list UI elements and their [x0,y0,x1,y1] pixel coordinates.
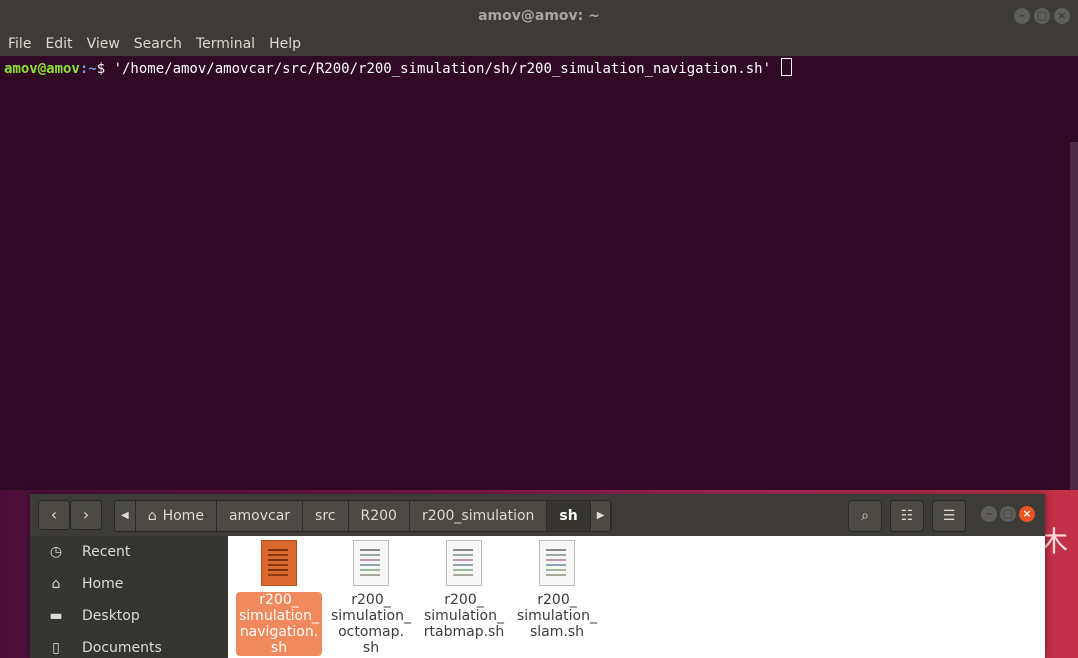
clock-icon: ◷ [49,544,63,560]
terminal-window[interactable]: amov@amov: ~ – □ × File Edit View Search… [0,0,1078,490]
close-icon[interactable]: × [1019,506,1035,522]
file-name: r200_ simulation_ octomap. sh [331,592,411,656]
minimize-icon[interactable]: – [1014,8,1030,24]
breadcrumb-scroll-right[interactable]: ▶ [590,501,612,531]
search-icon: ⌕ [861,508,869,524]
forward-button[interactable]: › [70,500,102,530]
file-item[interactable]: r200_ simulation_ navigation. sh [236,540,322,656]
breadcrumb-home-label: Home [162,508,204,524]
menu-button[interactable]: ☰ [932,500,966,532]
terminal-titlebar[interactable]: amov@amov: ~ – □ × [0,0,1078,32]
minimize-icon[interactable]: – [981,506,997,522]
breadcrumb-home[interactable]: ⌂ Home [135,501,217,531]
shell-script-icon [353,540,389,586]
maximize-icon[interactable]: □ [1000,506,1016,522]
prompt-symbol: $ [96,61,114,77]
terminal-cursor [781,58,793,76]
file-item[interactable]: r200_ simulation_ slam.sh [514,540,600,640]
list-view-icon: ☷ [900,508,914,524]
file-manager-window-controls: – □ × [981,506,1035,522]
file-manager-window[interactable]: ‹ › ◀ ⌂ Home amovcar src R200 r200_simula… [30,494,1045,658]
breadcrumb-r200[interactable]: R200 [348,501,410,531]
prompt-path: :~ [79,61,97,77]
file-name: r200_ simulation_ slam.sh [517,592,597,640]
menu-search[interactable]: Search [134,36,182,52]
shell-script-icon [446,540,482,586]
file-item[interactable]: r200_ simulation_ octomap. sh [328,540,414,656]
file-name: r200_ simulation_ rtabmap.sh [423,592,505,640]
breadcrumb-scroll-left[interactable]: ◀ [115,501,136,531]
file-grid[interactable]: r200_ simulation_ navigation. sh r200_ s… [228,536,1045,658]
shell-script-icon [261,540,297,586]
chevron-left-icon: ‹ [50,505,58,524]
terminal-output[interactable]: amov@amov:~$ '/home/amov/amovcar/src/R20… [0,56,1068,490]
sidebar-item-home[interactable]: ⌂ Home [30,568,228,600]
menu-help[interactable]: Help [269,36,301,52]
document-icon: ▯ [52,640,60,656]
sidebar-item-label: Home [82,576,124,592]
places-sidebar: ◷ Recent ⌂ Home ▬ Desktop ▯ Documents [30,536,228,658]
menu-view[interactable]: View [87,36,120,52]
breadcrumb-src[interactable]: src [303,501,349,531]
breadcrumb-r200-simulation[interactable]: r200_simulation [409,501,548,531]
breadcrumb-sh[interactable]: sh [547,501,591,531]
home-icon: ⌂ [147,508,157,524]
sidebar-item-label: Desktop [82,608,140,624]
file-manager-headerbar: ‹ › ◀ ⌂ Home amovcar src R200 r200_simula… [30,494,1045,536]
file-name: r200_ simulation_ navigation. sh [236,592,322,656]
shell-script-icon [539,540,575,586]
terminal-command: '/home/amov/amovcar/src/R200/r200_simula… [113,61,780,77]
menu-edit[interactable]: Edit [45,36,72,52]
breadcrumb: ◀ ⌂ Home amovcar src R200 r200_simulation… [114,500,613,532]
maximize-icon[interactable]: □ [1034,8,1050,24]
menu-terminal[interactable]: Terminal [196,36,255,52]
home-icon: ⌂ [51,576,61,592]
sidebar-item-label: Documents [82,640,162,656]
search-button[interactable]: ⌕ [848,500,882,532]
close-icon[interactable]: × [1054,8,1070,24]
breadcrumb-amovcar[interactable]: amovcar [216,501,304,531]
folder-icon: ▬ [49,608,63,624]
terminal-title: amov@amov: ~ [478,8,600,24]
back-button[interactable]: ‹ [38,500,70,530]
sidebar-item-label: Recent [82,544,131,560]
prompt-user: amov@amov [4,61,80,77]
terminal-scrollbar[interactable] [1070,142,1078,490]
terminal-window-controls: – □ × [1014,8,1070,24]
sidebar-item-documents[interactable]: ▯ Documents [30,632,228,658]
view-toggle-button[interactable]: ☷ [890,500,924,532]
sidebar-item-desktop[interactable]: ▬ Desktop [30,600,228,632]
file-item[interactable]: r200_ simulation_ rtabmap.sh [421,540,507,640]
sidebar-item-recent[interactable]: ◷ Recent [30,536,228,568]
chevron-right-icon: › [82,505,90,524]
hamburger-icon: ☰ [942,508,956,524]
menu-file[interactable]: File [8,36,31,52]
terminal-menubar: File Edit View Search Terminal Help [0,32,1078,56]
